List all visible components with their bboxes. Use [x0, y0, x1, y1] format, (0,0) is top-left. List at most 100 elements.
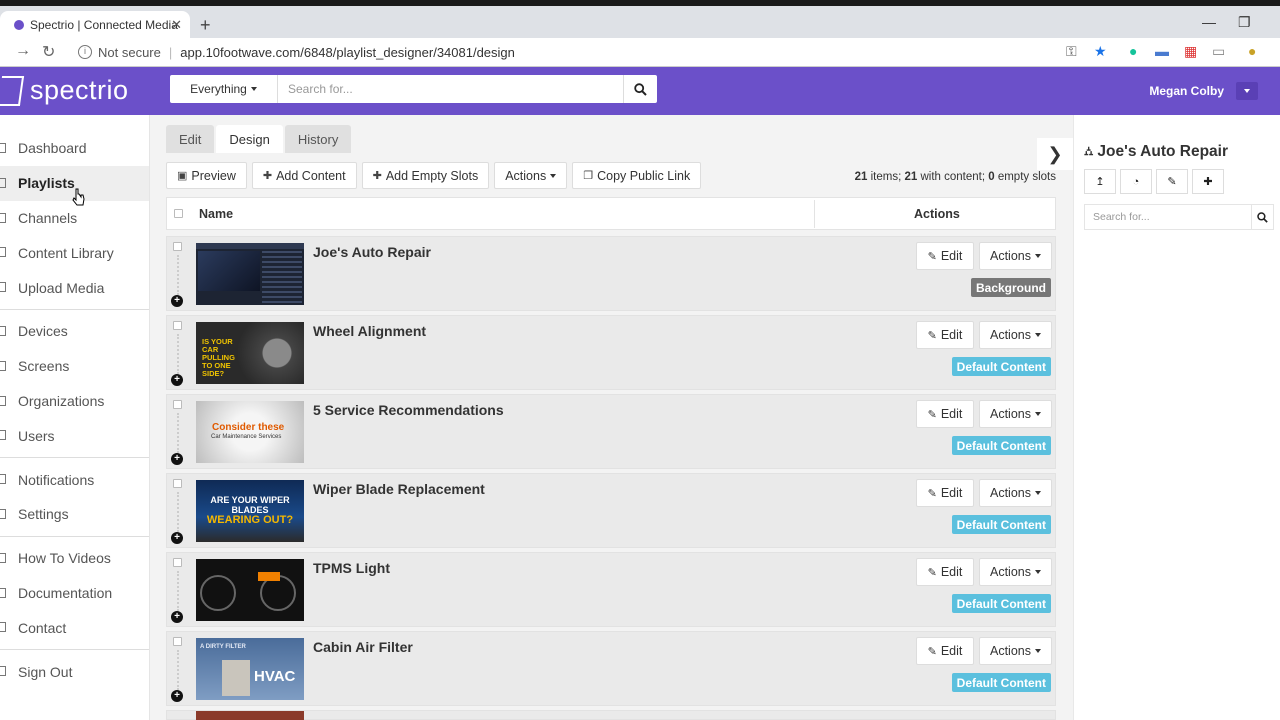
profile-avatar-icon[interactable]: ●: [1248, 43, 1256, 59]
search-button[interactable]: [623, 75, 657, 103]
reload-icon[interactable]: ↻: [42, 42, 55, 62]
sidebar-item-screens[interactable]: Screens: [0, 349, 149, 384]
new-tab-icon[interactable]: +: [200, 15, 211, 36]
row-actions-dropdown[interactable]: Actions: [979, 558, 1052, 586]
toolbar-actions-dropdown[interactable]: Actions: [494, 162, 568, 189]
sidebar-item-devices[interactable]: Devices: [0, 314, 149, 349]
tab-history[interactable]: History: [284, 125, 352, 153]
select-all-checkbox[interactable]: [174, 209, 183, 218]
row-actions-dropdown[interactable]: Actions: [979, 637, 1052, 665]
browser-tab[interactable]: Spectrio | Connected Media Netw ✕: [0, 11, 190, 38]
tab-edit[interactable]: Edit: [166, 125, 215, 153]
row-edit-button[interactable]: ✎ Edit: [916, 321, 974, 349]
collapse-panel-button[interactable]: ❯: [1037, 138, 1073, 170]
table-row[interactable]: + TPMS Light ✎ Edit Actions Default Content: [166, 552, 1056, 627]
row-edit-button[interactable]: ✎ Edit: [916, 479, 974, 507]
edit-button[interactable]: ✎: [1156, 169, 1188, 194]
tab-design[interactable]: Design: [216, 125, 283, 153]
content-thumbnail[interactable]: [196, 243, 304, 305]
bookmark-star-icon[interactable]: ★: [1094, 43, 1107, 60]
content-thumbnail[interactable]: [196, 559, 304, 621]
sidebar-item-notifications[interactable]: Notifications: [0, 462, 149, 497]
row-checkbox[interactable]: [173, 479, 182, 488]
add-content-button[interactable]: ✚ Add Content: [251, 162, 357, 189]
row-edit-button[interactable]: ✎ Edit: [916, 242, 974, 270]
row-title[interactable]: 5 Service Recommendations: [313, 402, 504, 418]
maximize-icon[interactable]: ❐: [1238, 14, 1251, 31]
extension-icon[interactable]: ▬: [1155, 43, 1169, 59]
search-scope-dropdown[interactable]: Everything: [170, 75, 278, 103]
drag-handle[interactable]: [177, 413, 179, 453]
cast-icon[interactable]: ▭: [1212, 43, 1225, 60]
row-checkbox[interactable]: [173, 242, 182, 251]
row-title[interactable]: Joe's Auto Repair: [313, 244, 431, 260]
row-title[interactable]: Wheel Alignment: [313, 323, 426, 339]
add-slot-icon[interactable]: +: [171, 690, 183, 702]
column-header-name[interactable]: Name: [199, 207, 233, 221]
row-edit-button[interactable]: ✎ Edit: [916, 400, 974, 428]
add-slot-icon[interactable]: +: [171, 532, 183, 544]
add-empty-slots-button[interactable]: ✚ Add Empty Slots: [361, 162, 490, 189]
content-thumbnail[interactable]: Consider these Car Maintenance Services: [196, 401, 304, 463]
gift-icon[interactable]: ▦: [1184, 43, 1197, 60]
user-menu-toggle[interactable]: [1236, 82, 1258, 100]
grammarly-icon[interactable]: ●: [1129, 43, 1137, 59]
info-icon[interactable]: i: [78, 45, 92, 59]
dashboard-button[interactable]: ◔: [1120, 169, 1152, 194]
sidebar-item-users[interactable]: Users: [0, 418, 149, 453]
preview-button[interactable]: ▣ Preview: [166, 162, 247, 189]
sidebar-item-organizations[interactable]: Organizations: [0, 384, 149, 419]
add-slot-icon[interactable]: +: [171, 453, 183, 465]
row-actions-dropdown[interactable]: Actions: [979, 479, 1052, 507]
sidebar-item-documentation[interactable]: Documentation: [0, 576, 149, 611]
drag-handle[interactable]: [177, 650, 179, 690]
forward-icon[interactable]: →: [15, 42, 31, 60]
drag-handle[interactable]: [177, 571, 179, 611]
drag-handle[interactable]: [177, 492, 179, 532]
row-edit-button[interactable]: ✎ Edit: [916, 637, 974, 665]
row-title[interactable]: Wiper Blade Replacement: [313, 481, 485, 497]
content-thumbnail[interactable]: IS YOUR CAR PULLING TO ONE SIDE?: [196, 322, 304, 384]
close-tab-icon[interactable]: ✕: [171, 17, 182, 33]
minimize-icon[interactable]: —: [1202, 14, 1216, 30]
sidebar-item-settings[interactable]: Settings: [0, 497, 149, 532]
table-row[interactable]: + ARE YOUR WIPER BLADES WEARING OUT? Wiper …: [166, 473, 1056, 548]
content-thumbnail[interactable]: A DIRTY FILTER HVAC: [196, 638, 304, 700]
sidebar-item-dashboard[interactable]: Dashboard: [0, 131, 149, 166]
spectrio-logo[interactable]: spectrio: [0, 75, 129, 106]
key-icon[interactable]: ⚿: [1066, 43, 1077, 60]
sidebar-item-upload-media[interactable]: Upload Media: [0, 270, 149, 305]
row-edit-button[interactable]: ✎ Edit: [916, 558, 974, 586]
table-row[interactable]: + A DIRTY FILTER HVAC Cabin Air Filter ✎ Edit…: [166, 631, 1056, 706]
row-title[interactable]: TPMS Light: [313, 560, 390, 576]
sidebar-item-content-library[interactable]: Content Library: [0, 235, 149, 270]
content-thumbnail[interactable]: ARE YOUR WIPER BLADES WEARING OUT?: [196, 480, 304, 542]
omnibox[interactable]: i Not secure | app.10footwave.com/6848/p…: [70, 40, 1110, 64]
search-input[interactable]: [278, 75, 623, 103]
row-title[interactable]: Cabin Air Filter: [313, 639, 413, 655]
row-checkbox[interactable]: [173, 321, 182, 330]
add-slot-icon[interactable]: +: [171, 611, 183, 623]
sidebar-item-how-to-videos[interactable]: How To Videos: [0, 541, 149, 576]
row-checkbox[interactable]: [173, 400, 182, 409]
row-checkbox[interactable]: [173, 558, 182, 567]
panel-search-button[interactable]: [1251, 205, 1273, 229]
user-menu[interactable]: Megan Colby: [1149, 82, 1258, 100]
drag-handle[interactable]: [177, 255, 179, 295]
table-row[interactable]: [166, 710, 1056, 720]
drag-handle[interactable]: [177, 334, 179, 374]
add-slot-icon[interactable]: +: [171, 374, 183, 386]
level-up-button[interactable]: ↥: [1084, 169, 1116, 194]
sidebar-item-sign-out[interactable]: Sign Out: [0, 654, 149, 689]
copy-public-link-button[interactable]: ❐ Copy Public Link: [572, 162, 702, 189]
row-actions-dropdown[interactable]: Actions: [979, 400, 1052, 428]
panel-search-input[interactable]: [1085, 205, 1252, 229]
add-slot-icon[interactable]: +: [171, 295, 183, 307]
table-row[interactable]: + Joe's Auto Repair ✎ Edit Actions Background: [166, 236, 1056, 311]
row-actions-dropdown[interactable]: Actions: [979, 242, 1052, 270]
table-row[interactable]: + Consider these Car Maintenance Services 5…: [166, 394, 1056, 469]
table-row[interactable]: + IS YOUR CAR PULLING TO ONE SIDE? Wheel A…: [166, 315, 1056, 390]
sidebar-item-contact[interactable]: Contact: [0, 610, 149, 645]
row-actions-dropdown[interactable]: Actions: [979, 321, 1052, 349]
row-checkbox[interactable]: [173, 637, 182, 646]
